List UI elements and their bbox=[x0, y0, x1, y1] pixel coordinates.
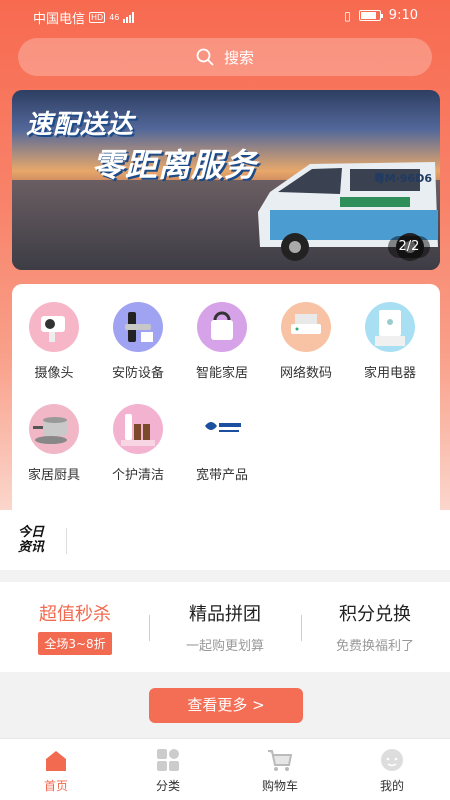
news-ticker[interactable]: 今日资讯 bbox=[0, 510, 450, 570]
category-item-broadband[interactable]: 宽带产品 bbox=[180, 404, 264, 483]
group-buy-entry[interactable]: 精品拼团 一起购更划算 bbox=[150, 600, 300, 654]
banner-title-line1: 速配送达 bbox=[26, 110, 135, 140]
flash-sale-title: 超值秒杀 bbox=[39, 604, 111, 625]
group-buy-subtitle: 一起购更划算 bbox=[185, 639, 264, 654]
china-telecom-logo bbox=[197, 404, 247, 454]
smart-home-icon bbox=[197, 302, 247, 352]
category-item-smart-home[interactable]: 智能家居 bbox=[180, 302, 264, 381]
category-label: 宽带产品 bbox=[195, 468, 248, 483]
points-exchange-subtitle: 免费换福利了 bbox=[335, 639, 414, 654]
cookware-icon bbox=[29, 404, 79, 454]
category-label: 安防设备 bbox=[111, 366, 164, 381]
battery-icon bbox=[358, 10, 383, 21]
search-icon bbox=[196, 48, 214, 66]
category-icon bbox=[155, 747, 181, 773]
cart-icon bbox=[267, 747, 293, 773]
promo-banner[interactable]: 速配送达 零距离服务 粤M·96D6 2/2 bbox=[12, 90, 440, 270]
network-type-label: 46 bbox=[109, 13, 120, 22]
category-label: 个护清洁 bbox=[111, 468, 164, 483]
category-label: 家居厨具 bbox=[27, 468, 80, 483]
tab-label: 首页 bbox=[43, 779, 68, 793]
search-bar[interactable]: 搜索 bbox=[18, 38, 432, 76]
category-item-personal-care[interactable]: 个护清洁 bbox=[96, 404, 180, 483]
points-exchange-title: 积分兑换 bbox=[339, 604, 411, 625]
router-icon bbox=[281, 302, 331, 352]
news-logo: 今日资讯 bbox=[18, 525, 45, 555]
carrier-label: 中国电信 bbox=[33, 12, 86, 27]
category-label: 家用电器 bbox=[363, 366, 416, 381]
personal-care-icon bbox=[113, 404, 163, 454]
category-item-kitchen[interactable]: 家居厨具 bbox=[12, 404, 96, 483]
group-buy-title: 精品拼团 bbox=[189, 604, 261, 625]
banner-pager: 2/2 bbox=[388, 236, 430, 258]
view-more-button[interactable]: 查看更多 > bbox=[149, 688, 303, 723]
category-label: 网络数码 bbox=[279, 366, 332, 381]
tab-category[interactable]: 分类 bbox=[133, 747, 203, 794]
category-item-network[interactable]: 网络数码 bbox=[264, 302, 348, 381]
news-divider bbox=[66, 528, 67, 554]
tab-home[interactable]: 首页 bbox=[21, 747, 91, 794]
category-label: 智能家居 bbox=[195, 366, 248, 381]
search-label: 搜索 bbox=[223, 48, 254, 67]
flash-sale-tag: 全场3~8折 bbox=[38, 632, 112, 655]
tab-label: 分类 bbox=[155, 779, 180, 793]
category-item-camera[interactable]: 摄像头 bbox=[12, 302, 96, 381]
category-item-security[interactable]: 安防设备 bbox=[96, 302, 180, 381]
category-item-appliances[interactable]: 家用电器 bbox=[348, 302, 432, 381]
profile-icon bbox=[379, 747, 405, 773]
van-plate-text: 粤M·96D6 bbox=[373, 172, 432, 185]
tab-label: 我的 bbox=[379, 779, 404, 793]
smart-lock-icon bbox=[113, 302, 163, 352]
hd-badge: HD bbox=[89, 12, 106, 23]
category-label: 摄像头 bbox=[34, 366, 74, 381]
status-bar: 中国电信 HD 46 ▯ 9:10 bbox=[0, 0, 450, 32]
camera-icon bbox=[29, 302, 79, 352]
points-exchange-entry[interactable]: 积分兑换 免费换福利了 bbox=[300, 600, 450, 654]
water-heater-icon bbox=[365, 302, 415, 352]
tab-label: 购物车 bbox=[261, 779, 298, 793]
home-icon bbox=[43, 747, 69, 773]
flash-sale-entry[interactable]: 超值秒杀 全场3~8折 bbox=[0, 600, 150, 655]
tab-cart[interactable]: 购物车 bbox=[245, 747, 315, 794]
signal-icon bbox=[123, 12, 135, 23]
vibrate-icon: ▯ bbox=[344, 8, 351, 23]
clock: 9:10 bbox=[388, 8, 418, 23]
tab-profile[interactable]: 我的 bbox=[357, 747, 427, 794]
banner-title-line2: 零距离服务 bbox=[92, 146, 258, 184]
category-grid: 摄像头 安防设备 智能家居 网络数码 家用电器 家居厨具 个护清洁 宽带产品 bbox=[12, 284, 440, 510]
bottom-tab-bar: 首页 分类 购物车 我的 bbox=[0, 738, 450, 800]
promo-section: 超值秒杀 全场3~8折 精品拼团 一起购更划算 积分兑换 免费换福利了 bbox=[0, 582, 450, 672]
